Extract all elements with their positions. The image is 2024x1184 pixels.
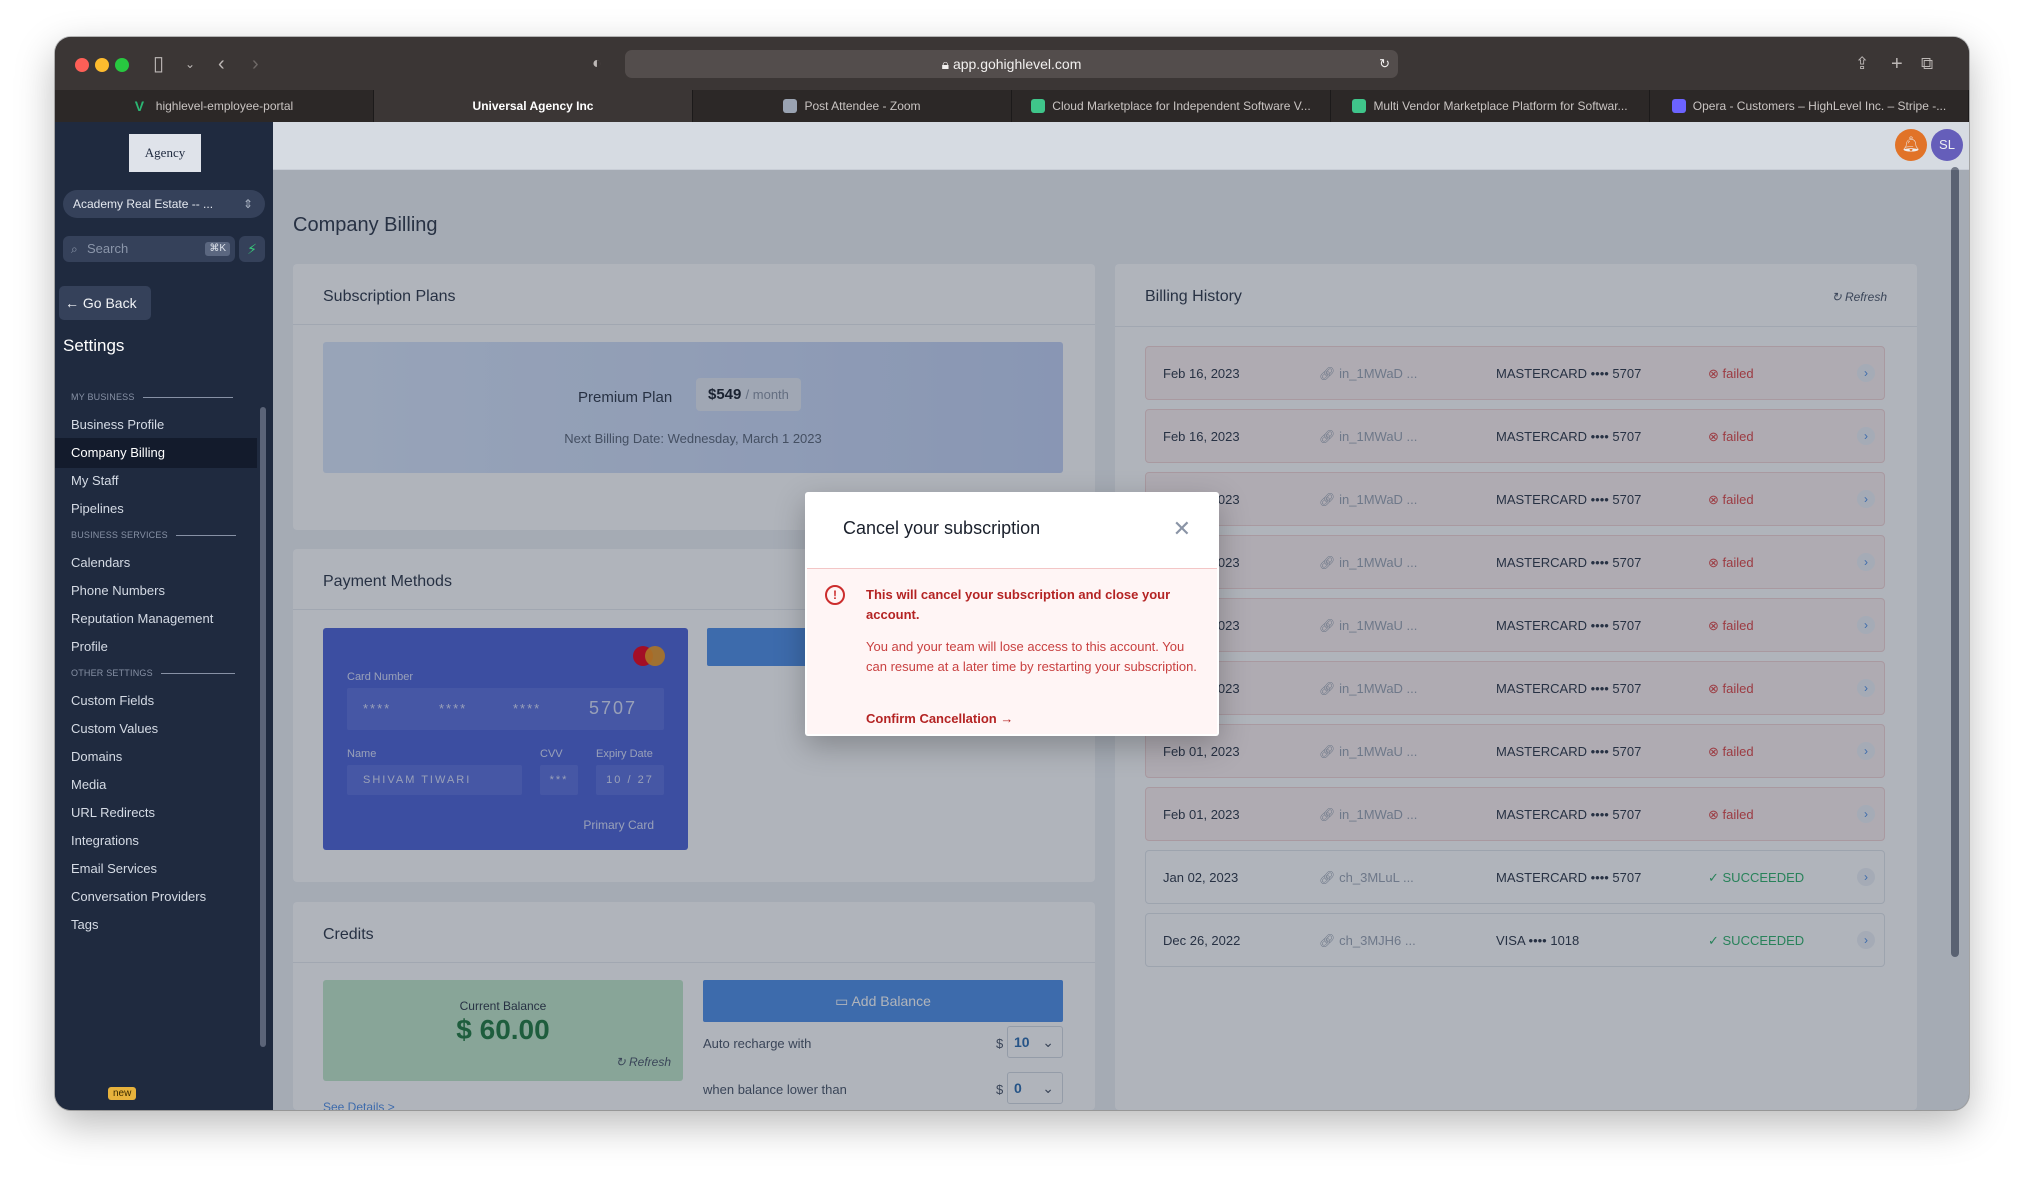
highlevel-favicon-icon: V xyxy=(134,98,145,114)
logo-text: Agency xyxy=(144,145,186,160)
tab-label: Cloud Marketplace for Independent Softwa… xyxy=(1052,99,1311,113)
confirm-cancellation-button[interactable]: Confirm Cancellation → xyxy=(866,711,1013,726)
new-badge: new xyxy=(108,1087,137,1100)
close-icon[interactable]: ✕ xyxy=(1173,516,1191,542)
tab-label: Post Attendee - Zoom xyxy=(804,99,921,113)
reload-icon[interactable]: ↻ xyxy=(1379,50,1390,78)
marketplace-favicon-icon xyxy=(1031,99,1046,113)
tab-label: Universal Agency Inc xyxy=(472,99,594,113)
title-bar: ▯ ⌄ ‹ › ◐ 🔒︎ app.gohighlevel.com ↻ ⇪ + ⧉ xyxy=(55,37,1969,90)
zoom-favicon-icon xyxy=(783,99,798,113)
search-icon: ⌕ xyxy=(71,242,78,256)
quick-action-button[interactable]: ⚡︎ xyxy=(239,236,265,262)
privacy-shield-icon[interactable]: ◐ xyxy=(592,54,602,74)
warning-text: This will cancel your subscription and c… xyxy=(866,587,1171,622)
tab-universal-agency[interactable]: Universal Agency Inc xyxy=(374,90,693,122)
search-placeholder: Search xyxy=(87,241,129,256)
sidebar: Agency Academy Real Estate -- ... ⇕ ⌕ Sear… xyxy=(55,122,273,1110)
tab-employee-portal[interactable]: Vhighlevel-employee-portal xyxy=(55,90,374,122)
back-icon[interactable]: ‹ xyxy=(218,54,225,74)
chevron-updown-icon: ⇕ xyxy=(242,197,253,211)
section-other-settings: OTHER SETTINGS xyxy=(71,668,235,678)
url-text: app.gohighlevel.com xyxy=(952,56,1082,72)
section-label: MY BUSINESS xyxy=(71,392,135,402)
sidebar-item-custom-values[interactable]: Custom Values xyxy=(55,714,257,744)
sidebar-item-calendars[interactable]: Calendars xyxy=(55,548,257,578)
marketplace-favicon-icon xyxy=(1352,99,1367,113)
zoom-window-button[interactable] xyxy=(115,58,129,72)
forward-icon[interactable]: › xyxy=(252,54,259,74)
lock-icon: 🔒︎ xyxy=(941,56,953,72)
go-back-button[interactable]: ← Go Back xyxy=(59,286,151,320)
tab-label: highlevel-employee-portal xyxy=(155,99,294,113)
chevron-down-icon[interactable]: ⌄ xyxy=(185,54,195,74)
go-back-label: Go Back xyxy=(82,295,137,311)
tab-overview-icon[interactable]: ⧉ xyxy=(1921,54,1933,74)
tab-zoom[interactable]: Post Attendee - Zoom xyxy=(693,90,1012,122)
tab-cloud-marketplace[interactable]: Cloud Marketplace for Independent Softwa… xyxy=(1012,90,1331,122)
section-divider xyxy=(175,534,236,536)
settings-heading: Settings xyxy=(63,336,125,355)
section-my-business: MY BUSINESS xyxy=(71,392,233,402)
sidebar-item-phone-numbers[interactable]: Phone Numbers xyxy=(55,576,257,606)
search-shortcut: ⌘K xyxy=(205,242,230,256)
warning-alert: ! This will cancel your subscription and… xyxy=(807,568,1217,734)
sidebar-item-email-services[interactable]: Email Services xyxy=(55,854,257,884)
close-window-button[interactable] xyxy=(75,58,89,72)
sidebar-item-integrations[interactable]: Integrations xyxy=(55,826,257,856)
sidebar-item-tags[interactable]: Tags xyxy=(55,910,257,940)
section-label: BUSINESS SERVICES xyxy=(71,530,168,540)
agency-logo[interactable]: Agency xyxy=(129,134,201,172)
confirm-label: Confirm Cancellation xyxy=(866,711,997,726)
modal-title: Cancel your subscription xyxy=(843,518,1041,538)
sidebar-item-pipelines[interactable]: Pipelines xyxy=(55,494,257,524)
warning-detail: You and your team will lose access to th… xyxy=(866,639,1197,674)
tab-stripe[interactable]: Opera - Customers – HighLevel Inc. – Str… xyxy=(1650,90,1969,122)
address-bar[interactable]: 🔒︎ app.gohighlevel.com ↻ xyxy=(625,50,1398,78)
section-divider xyxy=(160,672,235,674)
sidebar-item-custom-fields[interactable]: Custom Fields xyxy=(55,686,257,716)
sidebar-item-media[interactable]: Media xyxy=(55,770,257,800)
sidebar-item-business-profile[interactable]: Business Profile xyxy=(55,410,257,440)
minimize-window-button[interactable] xyxy=(95,58,109,72)
arrow-left-icon: ← xyxy=(65,295,83,311)
account-name: Academy Real Estate -- ... xyxy=(73,197,214,211)
section-divider xyxy=(142,396,233,398)
account-switcher[interactable]: Academy Real Estate -- ... ⇕ xyxy=(63,190,265,218)
arrow-right-icon: → xyxy=(1000,711,1014,726)
sidebar-item-conversation-providers[interactable]: Conversation Providers xyxy=(55,882,257,912)
cancel-subscription-modal: Cancel your subscription ✕ ! This will c… xyxy=(805,492,1219,736)
tab-label: Multi Vendor Marketplace Platform for So… xyxy=(1373,99,1628,113)
sidebar-toggle-icon[interactable]: ▯ xyxy=(153,54,164,74)
stripe-favicon-icon xyxy=(1671,99,1686,113)
sidebar-item-url-redirects[interactable]: URL Redirects xyxy=(55,798,257,828)
lightning-icon: ⚡︎ xyxy=(247,241,257,257)
sidebar-item-profile[interactable]: Profile xyxy=(55,632,257,662)
exclamation-icon: ! xyxy=(825,585,845,605)
sidebar-item-domains[interactable]: Domains xyxy=(55,742,257,772)
tab-strip: Vhighlevel-employee-portal Universal Age… xyxy=(55,90,1969,122)
tab-vendor-marketplace[interactable]: Multi Vendor Marketplace Platform for So… xyxy=(1331,90,1650,122)
sidebar-scrollbar[interactable] xyxy=(260,407,266,1047)
new-tab-icon[interactable]: + xyxy=(1891,54,1903,74)
sidebar-item-reputation[interactable]: Reputation Management xyxy=(55,604,257,634)
search-input[interactable]: ⌕ Search ⌘K xyxy=(63,236,235,262)
section-label: OTHER SETTINGS xyxy=(71,668,153,678)
section-business-services: BUSINESS SERVICES xyxy=(71,530,236,540)
share-icon[interactable]: ⇪ xyxy=(1855,54,1869,74)
modal-backdrop-top xyxy=(273,122,1969,170)
browser-window: ▯ ⌄ ‹ › ◐ 🔒︎ app.gohighlevel.com ↻ ⇪ + ⧉ … xyxy=(55,37,1969,1110)
sidebar-item-company-billing[interactable]: Company Billing xyxy=(55,438,257,468)
tab-label: Opera - Customers – HighLevel Inc. – Str… xyxy=(1692,99,1947,113)
sidebar-item-my-staff[interactable]: My Staff xyxy=(55,466,257,496)
